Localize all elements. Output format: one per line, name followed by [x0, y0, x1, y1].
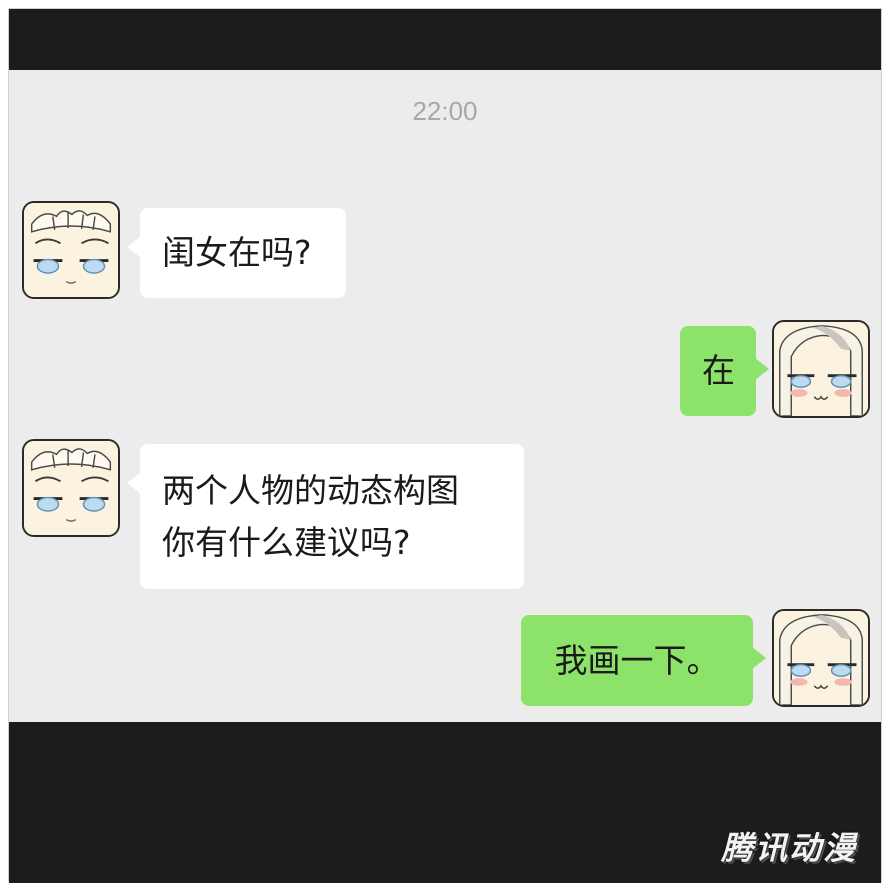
chat-area[interactable]: 22:00 闺女在吗? 在 两个人物的动态构图 你有什么建议吗? 我画一下。	[9, 70, 881, 722]
message-text: 我画一下。	[554, 640, 720, 680]
father-avatar[interactable]	[22, 439, 120, 537]
message-bubble-incoming[interactable]: 闺女在吗?	[127, 208, 346, 298]
message-text: 在	[702, 351, 735, 390]
chat-timestamp: 22:00	[412, 96, 478, 126]
watermark-logo: 腾讯动漫	[720, 829, 857, 867]
message-bubble-incoming[interactable]: 两个人物的动态构图 你有什么建议吗?	[127, 444, 524, 589]
message-text-line-2: 你有什么建议吗?	[162, 522, 411, 562]
daughter-avatar[interactable]	[772, 609, 870, 707]
message-bubble-outgoing[interactable]: 在	[680, 326, 769, 416]
top-black-bar	[9, 9, 881, 70]
father-avatar[interactable]	[22, 201, 120, 299]
daughter-avatar[interactable]	[772, 320, 870, 418]
message-text-line-1: 两个人物的动态构图	[162, 470, 459, 510]
message-bubble-outgoing[interactable]: 我画一下。	[521, 615, 766, 706]
comic-panel-frame: 22:00 闺女在吗? 在 两个人物的动态构图 你有什么建议吗? 我画一下。 腾…	[8, 8, 882, 883]
bottom-black-bar: 腾讯动漫	[9, 722, 881, 883]
message-text: 闺女在吗?	[162, 233, 312, 272]
